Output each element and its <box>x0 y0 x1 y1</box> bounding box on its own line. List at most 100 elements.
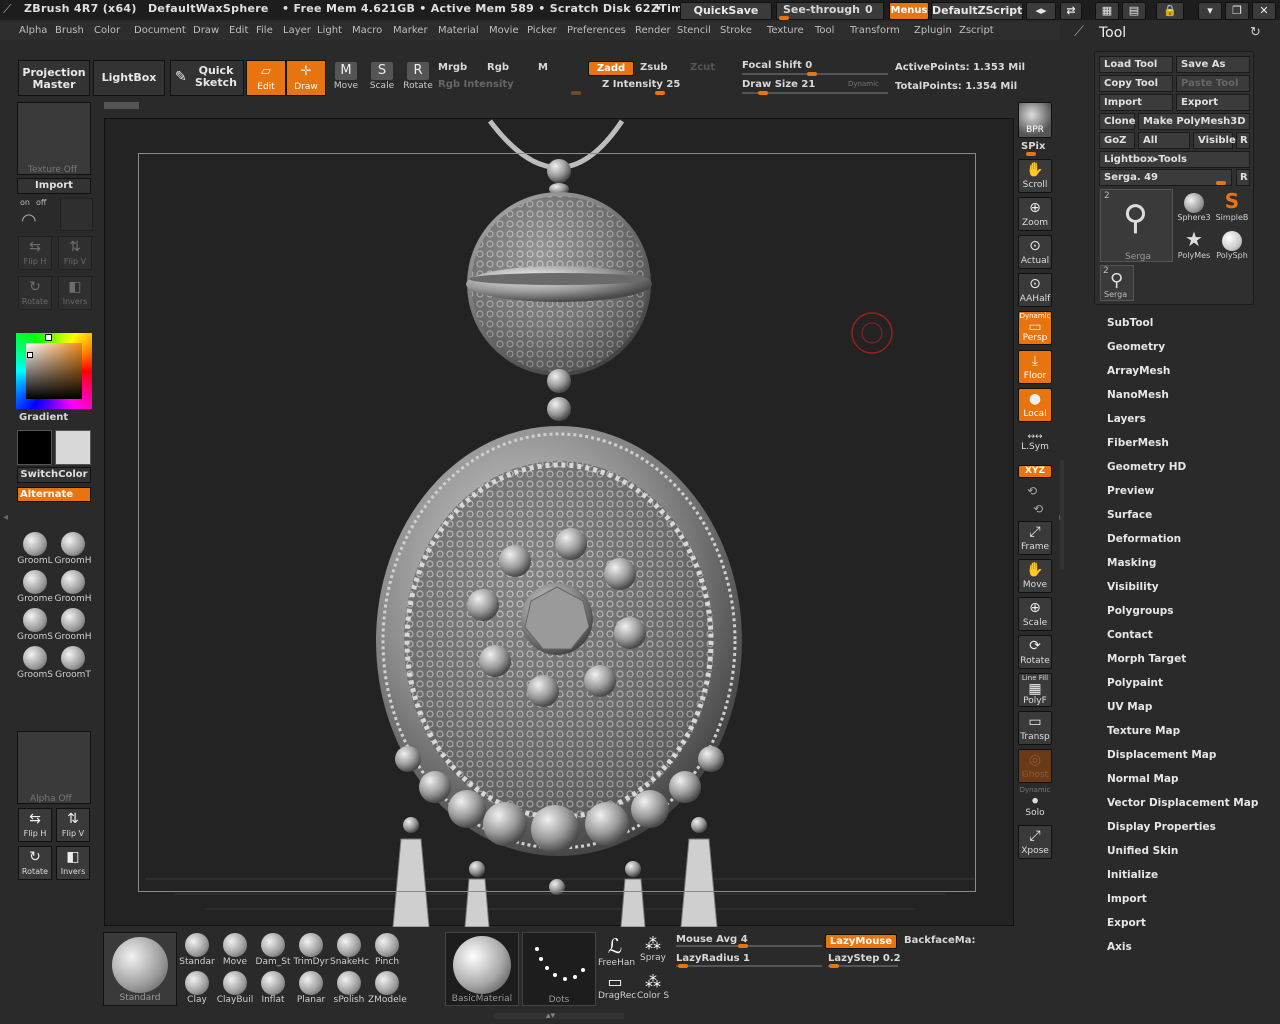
draw-size-slider[interactable]: Draw Size 21 <box>742 79 815 90</box>
xpose-button[interactable]: ⤢ Xpose <box>1018 825 1052 859</box>
subpalette-unified-skin[interactable]: Unified Skin <box>1107 845 1178 857</box>
current-brush-slot[interactable]: Standard <box>103 932 177 1006</box>
recent-tool-thumbnail[interactable]: 2 ⚲ Serga <box>1100 265 1134 301</box>
lazystep-knob[interactable] <box>829 964 839 968</box>
menu-render[interactable]: Render <box>635 25 671 36</box>
color-picker-ring[interactable] <box>16 333 92 409</box>
brush-planar[interactable]: Planar <box>292 970 330 1008</box>
subpalette-vector-displacement-map[interactable]: Vector Displacement Map <box>1107 797 1258 809</box>
subpalette-preview[interactable]: Preview <box>1107 485 1154 497</box>
scale-mode-button[interactable]: S Scale <box>362 60 402 96</box>
alpha-slot[interactable]: Alpha Off <box>17 731 91 804</box>
menu-macro[interactable]: Macro <box>352 25 382 36</box>
lazystep-slider[interactable]: LazyStep 0.2 <box>828 953 901 964</box>
lightbox-tools-button[interactable]: Lightbox▸Tools <box>1099 151 1250 168</box>
goz-all-button[interactable]: All <box>1138 132 1190 149</box>
frame-button[interactable]: ⤢ Frame <box>1018 521 1052 555</box>
material-slot[interactable]: BasicMaterial <box>445 932 519 1006</box>
rgb-button[interactable]: Rgb <box>487 62 509 73</box>
subpalette-import[interactable]: Import <box>1107 893 1147 905</box>
subpalette-contact[interactable]: Contact <box>1107 629 1153 641</box>
subpalette-arraymesh[interactable]: ArrayMesh <box>1107 365 1170 377</box>
focal-shift-slider[interactable]: Focal Shift 0 <box>742 60 812 71</box>
brush-thumb[interactable]: GroomH <box>54 606 92 644</box>
draw-size-knob[interactable] <box>758 91 768 95</box>
brush-move[interactable]: Move <box>216 932 254 970</box>
rotate-z-icon[interactable]: ⟲ <box>1033 502 1043 516</box>
subpalette-texture-map[interactable]: Texture Map <box>1107 725 1180 737</box>
subpalette-geometry-hd[interactable]: Geometry HD <box>1107 461 1186 473</box>
solo-button[interactable]: Dynamic ⚫ Solo <box>1018 786 1052 820</box>
subpalette-displacement-map[interactable]: Displacement Map <box>1107 749 1216 761</box>
hue-cursor[interactable] <box>45 334 52 341</box>
texture-import-button[interactable]: Import <box>17 178 91 194</box>
menu-edit[interactable]: Edit <box>229 25 248 36</box>
stroke-slot[interactable]: Dots <box>522 932 596 1006</box>
tray-handle[interactable] <box>104 102 139 109</box>
brush-thumb[interactable]: GroomH <box>54 568 92 606</box>
menu-draw[interactable]: Draw <box>193 25 219 36</box>
subpalette-surface[interactable]: Surface <box>1107 509 1152 521</box>
bottom-tray-arrow-icon[interactable]: ▴▾ <box>546 1011 555 1021</box>
texture-slot[interactable]: Texture Off <box>17 102 91 175</box>
subpalette-masking[interactable]: Masking <box>1107 557 1156 569</box>
brush-zmodele[interactable]: ZModele <box>368 970 407 1008</box>
subpalette-axis[interactable]: Axis <box>1107 941 1132 953</box>
brush-claybuil[interactable]: ClayBuil <box>216 970 254 1008</box>
subpalette-polygroups[interactable]: Polygroups <box>1107 605 1174 617</box>
goz-r-button[interactable]: R <box>1236 132 1250 149</box>
menu-file[interactable]: File <box>256 25 273 36</box>
subpalette-polypaint[interactable]: Polypaint <box>1107 677 1163 689</box>
tray-divider[interactable] <box>1060 460 1064 570</box>
close-icon[interactable]: ✕ <box>1252 2 1276 20</box>
goz-visible-button[interactable]: Visible <box>1193 132 1236 149</box>
mouse-avg-track[interactable] <box>676 945 822 947</box>
brush-inflat[interactable]: Inflat <box>254 970 292 1008</box>
tool-thumb-sphere3d[interactable]: Sphere3 <box>1175 189 1213 225</box>
move-view-button[interactable]: ✋ Move <box>1018 559 1052 593</box>
move-mode-button[interactable]: M Move <box>326 60 366 96</box>
brush-standar[interactable]: Standar <box>178 932 216 970</box>
menu-light[interactable]: Light <box>317 25 342 36</box>
menu-brush[interactable]: Brush <box>55 25 84 36</box>
lock-icon[interactable]: 🔒 <box>1156 2 1184 20</box>
color-picker-square[interactable] <box>26 343 82 399</box>
refresh-icon[interactable]: ↻ <box>1250 25 1261 40</box>
menu-document[interactable]: Document <box>134 25 186 36</box>
brush-thumb[interactable]: GroomH <box>54 530 92 568</box>
brush-trimdyr[interactable]: TrimDyr <box>292 932 330 970</box>
tool-thumb-simplebrush[interactable]: S SimpleB <box>1213 189 1251 225</box>
bottom-tray-handle[interactable] <box>494 1013 624 1019</box>
subpalette-fibermesh[interactable]: FiberMesh <box>1107 437 1169 449</box>
spray-stroke-button[interactable]: ⁂ Spray <box>636 934 670 970</box>
brush-thumb[interactable]: Groome <box>16 568 54 606</box>
lightbox-button[interactable]: LightBox <box>93 60 165 96</box>
xyz-button[interactable]: XYZ <box>1018 465 1052 478</box>
layout-icon[interactable]: ▦ <box>1095 2 1119 20</box>
subpalette-nanomesh[interactable]: NanoMesh <box>1107 389 1169 401</box>
scroll-button[interactable]: ✋ Scroll <box>1018 159 1052 193</box>
dragrect-stroke-button[interactable]: ▭ DragRec <box>598 972 636 1008</box>
menu-marker[interactable]: Marker <box>393 25 428 36</box>
texture-rotate-button[interactable]: ↻ Rotate <box>18 276 52 310</box>
texture-flip-h-button[interactable]: ⇆ Flip H <box>18 236 52 270</box>
projection-master-button[interactable]: Projection Master <box>18 60 90 96</box>
secondary-color-swatch[interactable] <box>55 430 91 465</box>
freehand-stroke-button[interactable]: ℒ FreeHan <box>598 934 635 970</box>
lazy-radius-track[interactable] <box>676 965 822 967</box>
subpalette-morph-target[interactable]: Morph Target <box>1107 653 1186 665</box>
clone-button[interactable]: Clone <box>1099 113 1136 130</box>
rgb-intensity-slider[interactable]: Rgb Intensity <box>438 79 514 90</box>
color-spray-stroke-button[interactable]: ⁂ Color S <box>636 972 670 1008</box>
alpha-flip-h-button[interactable]: ⇆ Flip H <box>18 808 52 842</box>
texture-flip-v-button[interactable]: ⇅ Flip V <box>58 236 92 270</box>
gradient-label[interactable]: Gradient <box>19 412 68 423</box>
tool-r-button[interactable]: R <box>1236 169 1250 186</box>
zsub-button[interactable]: Zsub <box>640 62 667 73</box>
goz-button[interactable]: GoZ <box>1099 132 1135 149</box>
subpalette-deformation[interactable]: Deformation <box>1107 533 1181 545</box>
alpha-flip-v-button[interactable]: ⇅ Flip V <box>56 808 90 842</box>
menu-material[interactable]: Material <box>438 25 479 36</box>
z-intensity-slider[interactable]: Z Intensity 25 <box>602 79 680 90</box>
subpalette-uv-map[interactable]: UV Map <box>1107 701 1152 713</box>
